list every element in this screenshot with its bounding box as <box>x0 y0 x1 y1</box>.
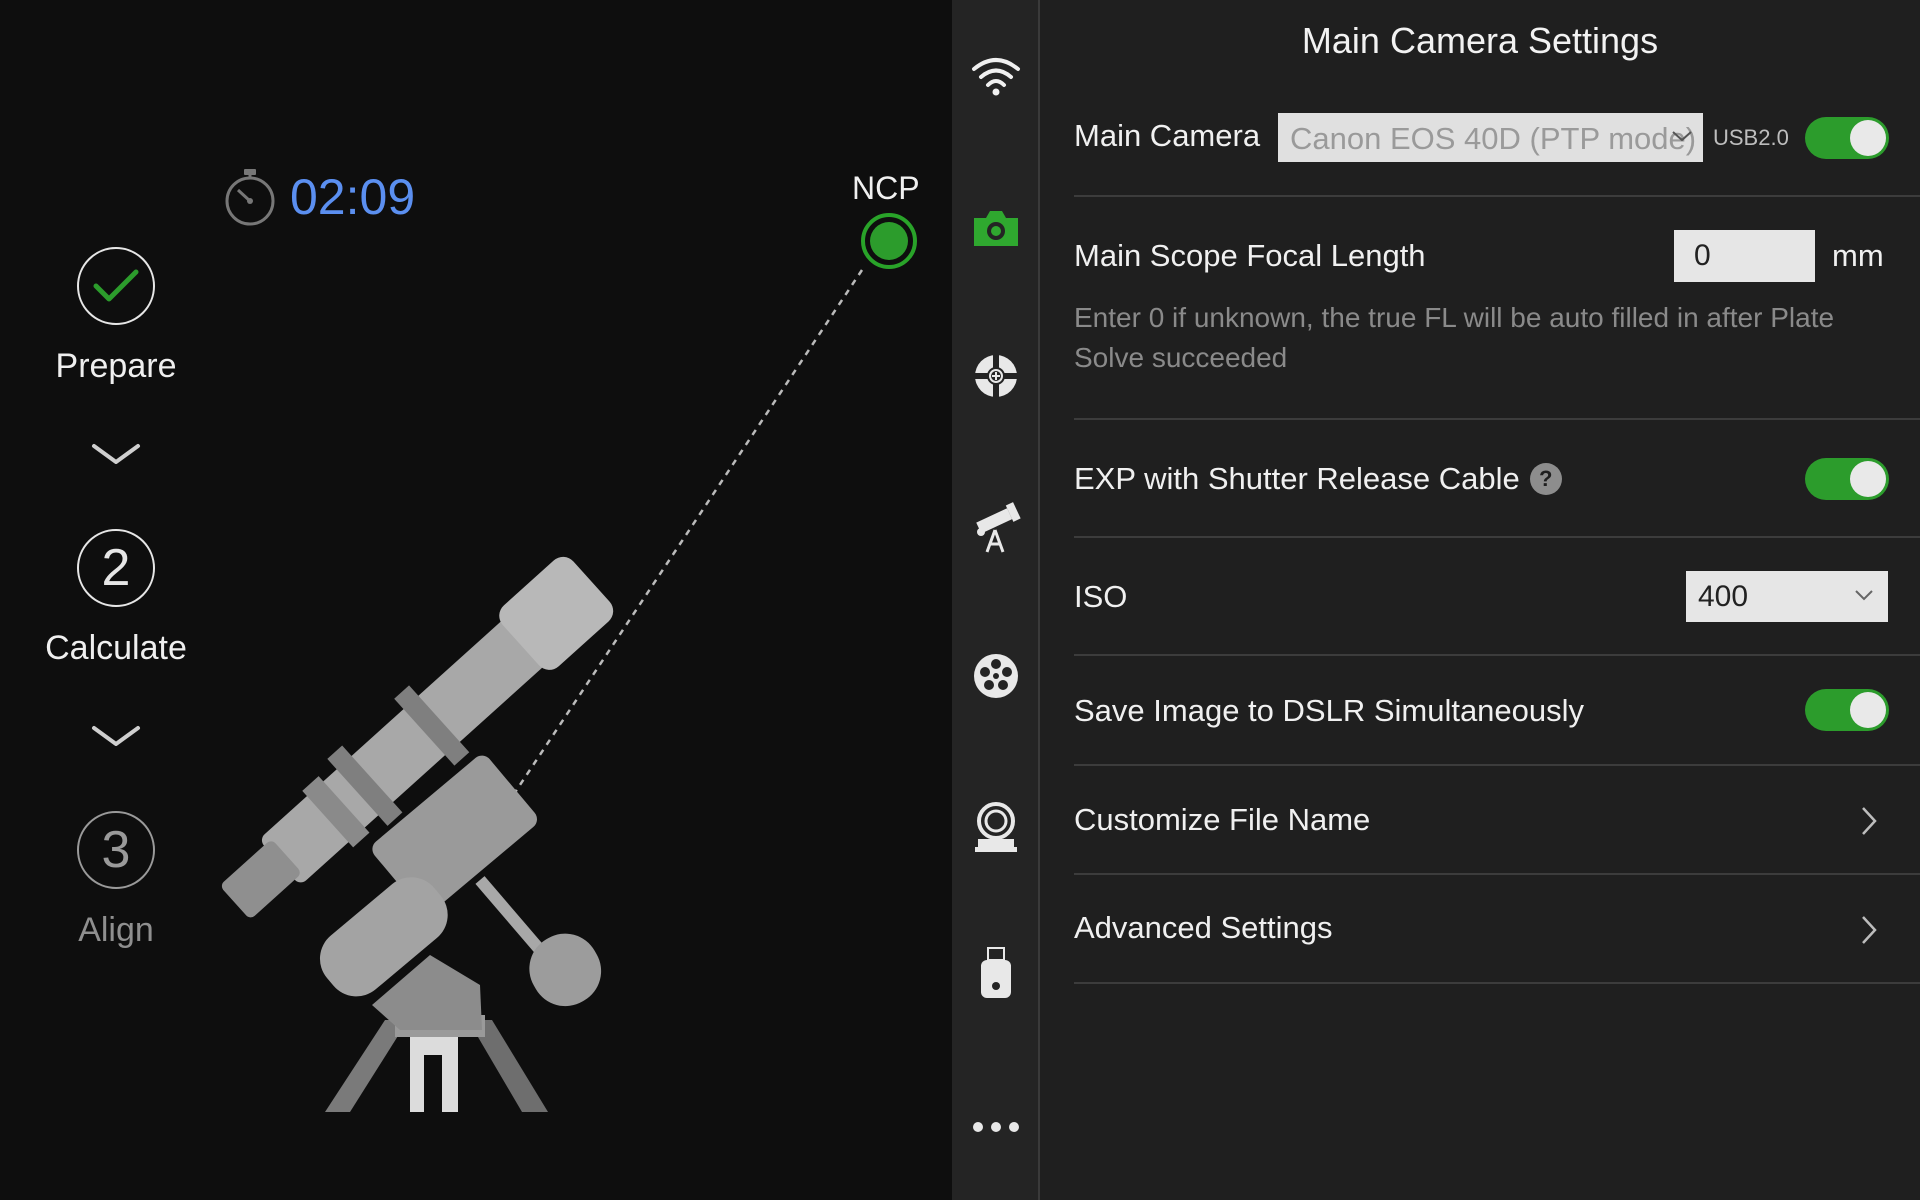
save-dslr-label: Save Image to DSLR Simultaneously <box>1074 693 1585 728</box>
focal-length-hint: Enter 0 if unknown, the true FL will be … <box>1074 302 1835 373</box>
usb-label: USB2.0 <box>1713 125 1789 150</box>
exp-cable-row: EXP with Shutter Release Cable ? <box>1074 461 1562 497</box>
focal-length-label: Main Scope Focal Length <box>1074 238 1426 273</box>
main-camera-label: Main Camera <box>1074 118 1261 153</box>
focuser-icon[interactable] <box>952 787 1040 867</box>
iso-value: 400 <box>1698 580 1749 613</box>
telescope-mount-icon[interactable] <box>952 488 1040 568</box>
toggle-knob <box>1850 461 1886 497</box>
exp-cable-label: EXP with Shutter Release Cable <box>1074 461 1520 496</box>
main-camera-select[interactable]: Canon EOS 40D (PTP mode) <box>1278 113 1703 162</box>
guide-crosshair-icon[interactable] <box>952 336 1040 416</box>
focal-length-input[interactable] <box>1674 230 1815 282</box>
chevron-down-icon <box>1672 131 1692 142</box>
toggle-knob <box>1850 692 1886 728</box>
divider <box>1074 418 1920 420</box>
help-icon[interactable]: ? <box>1529 463 1562 495</box>
divider <box>1074 654 1920 656</box>
camera-icon[interactable] <box>952 188 1040 268</box>
chevron-right-icon <box>1862 807 1877 835</box>
chevron-right-icon <box>1862 916 1877 944</box>
wifi-icon[interactable] <box>952 36 1040 116</box>
advanced-settings-row[interactable]: Advanced Settings <box>1040 874 1920 982</box>
alignment-view: 02:09 Prepare 2 Calculate 3 Align NCP <box>0 0 952 1200</box>
main-camera-toggle[interactable] <box>1805 117 1889 159</box>
panel-title: Main Camera Settings <box>1301 20 1659 61</box>
more-icon[interactable] <box>952 1087 1040 1167</box>
chevron-down-icon <box>1855 590 1873 601</box>
filter-wheel-icon[interactable] <box>952 636 1040 716</box>
camera-settings-panel: Main Camera Settings Main Camera Canon E… <box>1040 0 1920 1200</box>
exp-cable-toggle[interactable] <box>1805 458 1889 500</box>
divider <box>1074 536 1920 538</box>
iso-select[interactable]: 400 <box>1686 571 1888 622</box>
divider <box>1074 195 1920 197</box>
save-dslr-toggle[interactable] <box>1805 689 1889 731</box>
main-camera-value: Canon EOS 40D (PTP mode) <box>1290 121 1697 156</box>
usb-drive-icon[interactable] <box>952 934 1040 1014</box>
device-sidebar <box>952 0 1040 1200</box>
iso-label: ISO <box>1074 579 1128 614</box>
divider <box>1074 982 1920 984</box>
customize-file-name-label: Customize File Name <box>1074 802 1371 837</box>
advanced-settings-label: Advanced Settings <box>1074 910 1333 945</box>
toggle-knob <box>1850 120 1886 156</box>
focal-length-unit: mm <box>1832 238 1884 273</box>
customize-file-name-row[interactable]: Customize File Name <box>1040 765 1920 873</box>
telescope-illustration <box>221 213 917 1112</box>
ncp-marker-icon <box>861 213 917 269</box>
